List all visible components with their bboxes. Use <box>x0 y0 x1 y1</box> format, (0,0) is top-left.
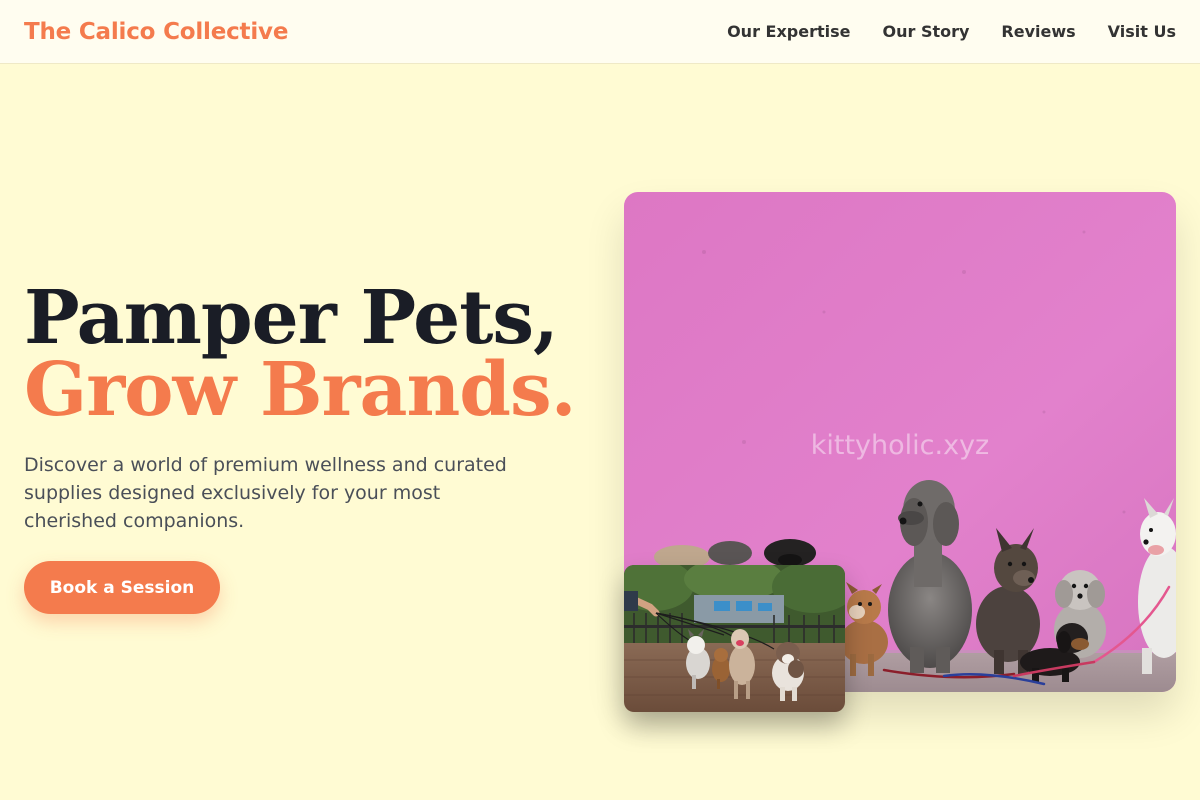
site-header: The Calico Collective Our Expertise Our … <box>0 0 1200 64</box>
hero-title: Pamper Pets, Grow Brands. <box>24 275 576 433</box>
hero-description: Discover a world of premium wellness and… <box>24 454 507 532</box>
book-session-button[interactable]: Book a Session <box>24 561 220 614</box>
brand-logo[interactable]: The Calico Collective <box>24 19 288 45</box>
hero-title-line-1: Pamper Pets, <box>24 275 559 361</box>
hero-title-line-2: Grow Brands. <box>24 347 576 433</box>
image-watermark: kittyholic.xyz <box>811 430 989 461</box>
nav-link-reviews[interactable]: Reviews <box>1001 22 1075 41</box>
nav-link-our-story[interactable]: Our Story <box>882 22 969 41</box>
nav-link-our-expertise[interactable]: Our Expertise <box>727 22 850 41</box>
dog-walker-park-photo <box>624 565 845 712</box>
dog-walker-park-illustration <box>624 565 845 712</box>
main-nav: Our Expertise Our Story Reviews Visit Us <box>727 22 1176 41</box>
nav-link-visit-us[interactable]: Visit Us <box>1108 22 1176 41</box>
